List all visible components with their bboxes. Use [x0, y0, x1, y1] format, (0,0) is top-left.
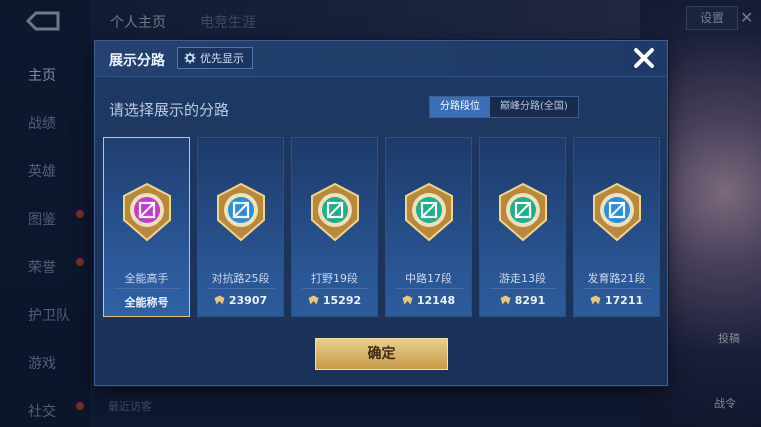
segment-peak-lane[interactable]: 巅峰分路(全国) [490, 97, 578, 117]
lane-card-footer: 17211 [574, 294, 659, 307]
priority-display-label: 优先显示 [200, 52, 244, 65]
dialog-title: 展示分路 [109, 53, 165, 69]
lane-card-footer: 12148 [386, 294, 471, 307]
rank-score-icon [402, 295, 413, 305]
lane-card-footer: 15292 [292, 294, 377, 307]
lane-card[interactable]: 游走13段 8291 [479, 137, 566, 317]
lane-card-title: 中路17段 [405, 272, 452, 285]
clash-lane-emblem-icon [217, 182, 265, 242]
card-divider [114, 288, 181, 289]
dialog-subtitle: 请选择展示的分路 [109, 101, 230, 119]
mid-lane-emblem-icon [405, 182, 453, 242]
lane-card-list: 全能高手 全能称号 对抗路25段 23907 打野19段 15292 中路17段 12148 游… [103, 137, 660, 317]
lane-card-score: 23907 [228, 294, 268, 307]
lane-card-footer: 全能称号 [104, 294, 189, 310]
rank-score-icon [500, 295, 511, 305]
confirm-button[interactable]: 确定 [315, 338, 448, 370]
lane-card-title: 对抗路25段 [211, 272, 270, 285]
lane-display-dialog: 展示分路 优先显示 请选择展示的分路 分路段位 巅峰分路(全国) 全能高手全能称… [94, 40, 668, 386]
segment-lane-rank[interactable]: 分路段位 [430, 97, 490, 117]
jungle-emblem-icon [311, 182, 359, 242]
lane-card[interactable]: 全能高手 全能称号 [103, 137, 190, 317]
lane-card-score: 12148 [416, 294, 456, 307]
dialog-header: 展示分路 优先显示 [95, 41, 667, 77]
roam-emblem-icon [499, 182, 547, 242]
lane-card-score: 全能称号 [124, 296, 169, 309]
farm-lane-emblem-icon [593, 182, 641, 242]
priority-display-button[interactable]: 优先显示 [177, 47, 253, 69]
segment-control: 分路段位 巅峰分路(全国) [429, 96, 579, 118]
lane-card-footer: 8291 [480, 294, 565, 307]
lane-card[interactable]: 中路17段 12148 [385, 137, 472, 317]
gear-icon [184, 52, 196, 64]
lane-card-score: 8291 [514, 294, 546, 307]
lane-card-footer: 23907 [198, 294, 283, 307]
lane-card[interactable]: 打野19段 15292 [291, 137, 378, 317]
card-divider [490, 288, 557, 289]
card-divider [208, 288, 275, 289]
card-divider [396, 288, 463, 289]
card-divider [584, 288, 651, 289]
card-divider [302, 288, 369, 289]
lane-card-title: 游走13段 [499, 272, 546, 285]
lane-card-title: 打野19段 [311, 272, 358, 285]
rank-score-icon [590, 295, 601, 305]
lane-card[interactable]: 对抗路25段 23907 [197, 137, 284, 317]
rank-score-icon [308, 295, 319, 305]
rank-score-icon [214, 295, 225, 305]
all-round-emblem-icon [123, 182, 171, 242]
lane-card[interactable]: 发育路21段 17211 [573, 137, 660, 317]
lane-card-score: 17211 [604, 294, 644, 307]
lane-card-score: 15292 [322, 294, 362, 307]
close-icon[interactable] [629, 43, 659, 73]
lane-card-title: 全能高手 [124, 272, 169, 285]
lane-card-title: 发育路21段 [587, 272, 646, 285]
